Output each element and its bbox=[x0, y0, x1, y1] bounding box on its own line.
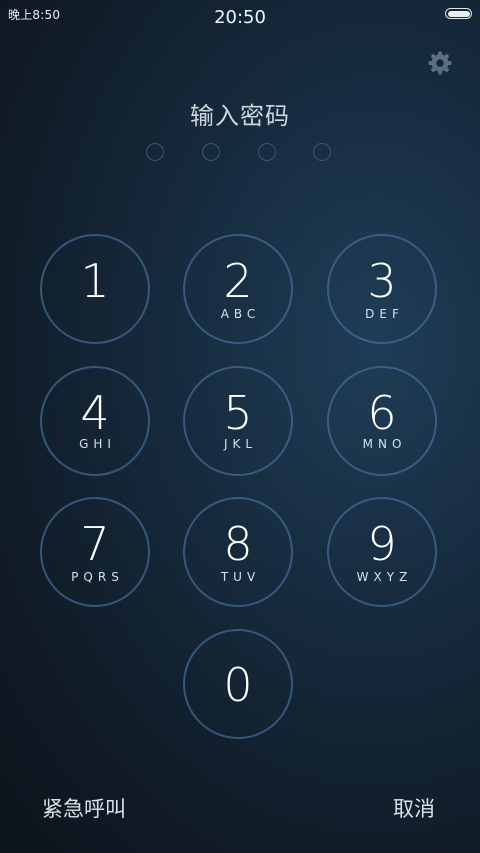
key-digit: 5 bbox=[223, 386, 253, 440]
key-4[interactable]: 4 GHI bbox=[40, 366, 150, 476]
battery-fill bbox=[447, 10, 470, 17]
key-3[interactable]: 3 DEF bbox=[327, 234, 437, 344]
key-digit: 7 bbox=[80, 517, 110, 571]
key-digit: 1 bbox=[80, 254, 110, 308]
status-bar: 晚上8:50 20:50 bbox=[0, 0, 480, 34]
battery-icon bbox=[445, 8, 472, 19]
key-letters: JKL bbox=[223, 437, 258, 451]
key-digit: 0 bbox=[223, 658, 253, 712]
key-digit: 8 bbox=[223, 517, 253, 571]
key-digit: 6 bbox=[367, 386, 397, 440]
prompt-title: 输入密码 bbox=[190, 102, 290, 130]
pin-dot bbox=[146, 143, 164, 161]
key-letters: DEF bbox=[365, 307, 404, 321]
gear-icon[interactable] bbox=[427, 50, 453, 76]
key-letters: GHI bbox=[79, 437, 116, 451]
key-6[interactable]: 6 MNO bbox=[327, 366, 437, 476]
key-9[interactable]: 9 WXYZ bbox=[327, 497, 437, 607]
cancel-button[interactable]: 取消 bbox=[393, 793, 435, 823]
key-2[interactable]: 2 ABC bbox=[183, 234, 293, 344]
key-8[interactable]: 8 TUV bbox=[183, 497, 293, 607]
key-letters: WXYZ bbox=[356, 570, 413, 584]
key-digit: 3 bbox=[367, 254, 397, 308]
key-digit: 2 bbox=[223, 254, 253, 308]
key-letters: MNO bbox=[362, 437, 407, 451]
pin-dot bbox=[202, 143, 220, 161]
key-digit: 4 bbox=[80, 386, 110, 440]
key-letters: ABC bbox=[220, 307, 261, 321]
key-7[interactable]: 7 PQRS bbox=[40, 497, 150, 607]
key-digit: 9 bbox=[367, 517, 397, 571]
pin-dot bbox=[313, 143, 331, 161]
status-time: 20:50 bbox=[214, 7, 266, 28]
gear-icon-graphic bbox=[428, 51, 452, 75]
key-1[interactable]: 1 bbox=[40, 234, 150, 344]
emergency-call-button[interactable]: 紧急呼叫 bbox=[42, 793, 126, 823]
key-letters: PQRS bbox=[71, 570, 124, 584]
key-letters: TUV bbox=[220, 570, 261, 584]
key-5[interactable]: 5 JKL bbox=[183, 366, 293, 476]
key-0[interactable]: 0 bbox=[183, 629, 293, 739]
pin-dot bbox=[258, 143, 276, 161]
